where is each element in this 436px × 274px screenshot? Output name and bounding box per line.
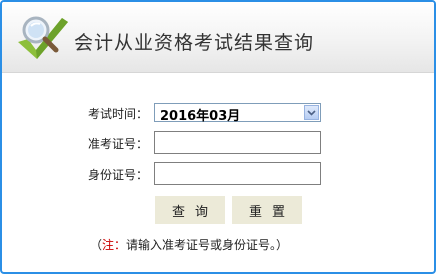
- note-open-paren: （: [90, 238, 103, 252]
- note-text: 请输入准考证号或身份证号。: [126, 238, 277, 252]
- query-form: 考试时间： 2016年03月 准考证号： 身份证号： 查询 重置 （注：请输入准…: [2, 72, 434, 272]
- ticket-number-label: 准考证号：: [87, 137, 148, 151]
- query-button[interactable]: 查询: [155, 196, 225, 224]
- query-panel: 会计从业资格考试结果查询 考试时间： 2016年03月 准考证号： 身份证号： …: [0, 0, 436, 274]
- note-close-paren: ）: [276, 238, 289, 252]
- exam-time-select[interactable]: 2016年03月: [154, 103, 321, 124]
- exam-time-selected: 2016年03月: [160, 109, 241, 124]
- panel-header: 会计从业资格考试结果查询: [2, 2, 434, 73]
- reset-button[interactable]: 重置: [232, 196, 302, 224]
- note-prefix: 注：: [102, 238, 127, 252]
- ticket-number-input[interactable]: [154, 131, 321, 154]
- page-title: 会计从业资格考试结果查询: [74, 32, 315, 54]
- input-note: （注：请输入准考证号或身份证号。）: [90, 236, 288, 253]
- chevron-down-icon[interactable]: [304, 105, 319, 120]
- id-number-input[interactable]: [154, 162, 321, 185]
- magnifier-check-icon: [18, 16, 68, 59]
- id-number-label: 身份证号：: [87, 168, 148, 182]
- exam-time-label: 考试时间：: [87, 107, 148, 121]
